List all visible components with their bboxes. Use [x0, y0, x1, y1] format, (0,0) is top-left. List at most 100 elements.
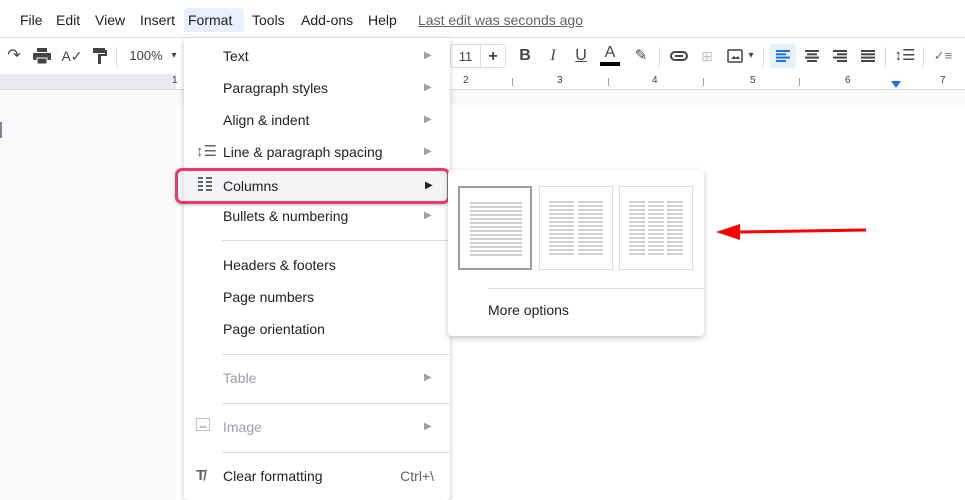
menu-item-label: Bullets & numbering — [223, 208, 349, 224]
text-color-swatch — [600, 62, 620, 66]
ruler-label: 1 — [172, 75, 178, 86]
text-color-glyph: A — [604, 44, 616, 61]
toolbar-separator — [885, 47, 886, 67]
ruler-label: 5 — [750, 75, 756, 86]
ruler-label: 2 — [463, 75, 469, 86]
menu-item-align-indent[interactable]: Align & indent ▶ — [184, 104, 450, 136]
zoom-select[interactable]: 100% — [126, 44, 166, 68]
menu-item-label: Page numbers — [223, 289, 315, 305]
ruler-label: 3 — [557, 75, 563, 86]
columns-submenu: More options — [448, 170, 704, 336]
image-dropdown-icon[interactable]: ▾ — [746, 44, 756, 68]
menu-item-page-numbers[interactable]: Page numbers — [184, 281, 450, 313]
shortcut-label: Ctrl+\ — [400, 468, 434, 484]
ruler-label: 4 — [652, 75, 658, 86]
menu-item-line-spacing[interactable]: ↕☰ Line & paragraph spacing ▶ — [184, 136, 450, 168]
menu-divider — [222, 240, 450, 241]
menu-item-label: Headers & footers — [223, 257, 336, 273]
preset-lines — [578, 201, 603, 257]
menu-item-page-orientation[interactable]: Page orientation — [184, 313, 450, 345]
more-options-item[interactable]: More options — [488, 302, 569, 318]
menu-divider — [222, 403, 450, 404]
add-comment-icon[interactable]: ⊞ — [696, 44, 718, 68]
menu-item-label: Page orientation — [223, 321, 325, 337]
align-right-button[interactable] — [828, 44, 852, 68]
menu-item-label: Align & indent — [223, 112, 310, 128]
submenu-arrow-icon: ▶ — [424, 421, 432, 432]
ruler-major-tick — [703, 78, 704, 86]
menu-file[interactable]: File — [16, 8, 47, 32]
ruler-major-tick — [608, 78, 609, 86]
font-size-input[interactable]: 11 — [450, 44, 480, 68]
preset-lines — [629, 201, 645, 257]
zoom-dropdown-icon[interactable]: ▾ — [168, 44, 180, 68]
highlight-icon[interactable]: ✎ — [630, 44, 652, 68]
underline-button[interactable]: U — [570, 44, 592, 68]
link-icon[interactable] — [668, 44, 690, 68]
paint-format-icon[interactable] — [88, 44, 112, 68]
align-center-button[interactable] — [800, 44, 824, 68]
menu-item-label: Image — [223, 419, 262, 435]
menu-item-text[interactable]: Text ▶ — [184, 40, 450, 72]
submenu-arrow-icon: ▶ — [424, 82, 432, 93]
menu-edit[interactable]: Edit — [52, 8, 84, 32]
spellcheck-icon[interactable]: A✓ — [60, 44, 84, 68]
menu-addons[interactable]: Add-ons — [297, 8, 357, 32]
redo-icon[interactable]: ↷ — [2, 44, 26, 68]
menu-item-label: Line & paragraph spacing — [223, 144, 383, 160]
format-menu: Text ▶ Paragraph styles ▶ Align & indent… — [184, 38, 450, 500]
menu-item-image[interactable]: Image ▶ — [184, 411, 450, 443]
toolbar-separator — [659, 47, 660, 67]
menu-item-columns[interactable]: Columns ▶ — [175, 168, 450, 204]
ruler-major-tick — [799, 78, 800, 86]
menu-item-headers-footers[interactable]: Headers & footers — [184, 249, 450, 281]
menu-item-label: Clear formatting — [223, 468, 323, 484]
last-edit-link[interactable]: Last edit was seconds ago — [418, 8, 583, 32]
preset-lines — [667, 201, 683, 257]
preset-three-columns[interactable] — [619, 186, 693, 270]
submenu-arrow-icon: ▶ — [425, 180, 433, 191]
right-indent-marker[interactable] — [891, 81, 901, 88]
checklist-icon[interactable]: ✓≡ — [930, 44, 956, 68]
menu-item-paragraph-styles[interactable]: Paragraph styles ▶ — [184, 72, 450, 104]
menu-divider — [222, 452, 450, 453]
insert-image-icon[interactable] — [724, 44, 746, 68]
menu-item-label: Table — [223, 370, 257, 386]
preset-lines — [470, 202, 522, 258]
menu-tools[interactable]: Tools — [248, 8, 289, 32]
toolbar-separator — [923, 47, 924, 67]
menu-item-label: Text — [223, 48, 249, 64]
text-color-button[interactable]: A — [598, 44, 622, 68]
align-left-button[interactable] — [770, 44, 796, 68]
ruler-label: 6 — [845, 75, 851, 86]
menu-format[interactable]: Format — [184, 8, 244, 32]
submenu-divider — [488, 288, 704, 289]
font-size-increase-button[interactable]: + — [480, 44, 506, 68]
submenu-arrow-icon: ▶ — [424, 114, 432, 125]
outline-marker — [0, 122, 2, 138]
print-icon[interactable] — [30, 44, 54, 68]
preset-one-column[interactable] — [458, 186, 532, 270]
menu-item-table[interactable]: Table ▶ — [184, 362, 450, 394]
ruler-label: 7 — [940, 75, 946, 86]
menu-view[interactable]: View — [91, 8, 129, 32]
toolbar-separator — [116, 47, 117, 67]
ruler-major-tick — [512, 78, 513, 86]
bold-button[interactable]: B — [514, 44, 536, 68]
italic-button[interactable]: I — [542, 44, 564, 68]
justify-button[interactable] — [856, 44, 880, 68]
menu-help[interactable]: Help — [364, 8, 401, 32]
columns-icon — [198, 177, 212, 196]
toolbar-separator — [763, 47, 764, 67]
menu-divider — [222, 354, 450, 355]
line-spacing-icon[interactable]: ↕☰ — [892, 44, 918, 68]
submenu-arrow-icon: ▶ — [424, 210, 432, 221]
menu-item-label: Paragraph styles — [223, 80, 329, 96]
preset-two-columns[interactable] — [539, 186, 613, 270]
menu-item-bullets-numbering[interactable]: Bullets & numbering ▶ — [184, 200, 450, 232]
menu-item-clear-formatting[interactable]: T̸ Clear formatting Ctrl+\ — [184, 460, 450, 492]
menu-insert[interactable]: Insert — [136, 8, 179, 32]
menu-item-label: Columns — [223, 178, 279, 194]
ruler: 1 2 3 4 5 6 7 — [0, 74, 965, 90]
submenu-arrow-icon: ▶ — [424, 372, 432, 383]
